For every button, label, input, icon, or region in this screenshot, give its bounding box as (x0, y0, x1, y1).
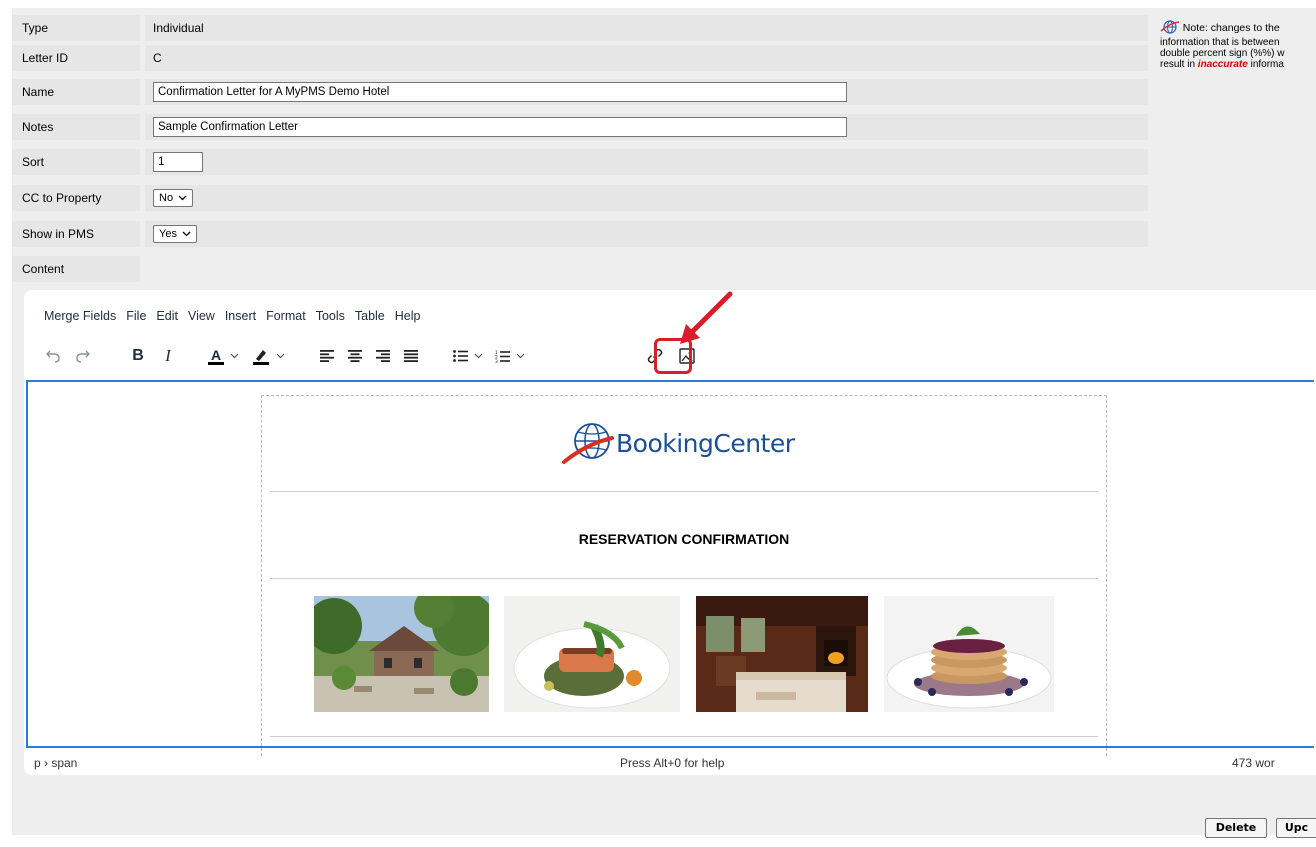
svg-text:3: 3 (495, 359, 498, 363)
word-count[interactable]: 473 wor (1232, 756, 1275, 770)
chevron-down-icon (516, 353, 525, 359)
update-button[interactable]: Upc (1276, 818, 1316, 838)
menu-table[interactable]: Table (355, 309, 385, 323)
menu-edit[interactable]: Edit (156, 309, 178, 323)
menu-view[interactable]: View (188, 309, 215, 323)
sort-cell (145, 149, 1148, 175)
rich-text-editor: Merge Fields File Edit View Insert Forma… (24, 290, 1316, 775)
show-in-pms-select[interactable]: Yes (153, 225, 197, 243)
booking-center-logo: BookingCenter (562, 418, 795, 468)
notes-row: Notes (12, 114, 1148, 140)
justify-icon[interactable] (399, 342, 423, 370)
menu-insert[interactable]: Insert (225, 309, 256, 323)
element-path[interactable]: p › span (34, 756, 77, 770)
align-right-icon[interactable] (371, 342, 395, 370)
italic-icon[interactable]: I (156, 342, 180, 370)
menu-file[interactable]: File (126, 309, 146, 323)
content-label: Content (12, 256, 140, 282)
show-in-pms-selected: Yes (159, 228, 177, 240)
content-row: Content (12, 256, 1148, 282)
text-color-button[interactable]: A (208, 342, 248, 370)
notes-input[interactable] (153, 117, 847, 137)
menu-format[interactable]: Format (266, 309, 306, 323)
delete-button[interactable]: Delete (1205, 818, 1267, 838)
letter-heading: RESERVATION CONFIRMATION (578, 531, 790, 547)
chevron-down-icon (276, 353, 285, 359)
note-line-4-suffix: informa (1247, 59, 1284, 70)
editor-menubar: Merge Fields File Edit View Insert Forma… (44, 309, 430, 323)
note-line-4-prefix: result in (1160, 59, 1198, 70)
numbered-list-icon: 123 (495, 350, 510, 363)
name-row: Name (12, 79, 1148, 105)
show-in-pms-cell: Yes (145, 221, 1148, 247)
name-cell (145, 79, 1148, 105)
annotation-arrow-icon (680, 291, 733, 344)
align-center-icon[interactable] (343, 342, 367, 370)
menu-merge-fields[interactable]: Merge Fields (44, 309, 116, 323)
divider (270, 491, 1098, 492)
letter-id-value: C (145, 45, 1148, 71)
name-label: Name (12, 79, 140, 105)
type-row: Type Individual (12, 15, 1148, 41)
editor-content-area[interactable]: BookingCenter RESERVATION CONFIRMATION (26, 380, 1314, 756)
note-emphasis: inaccurate (1197, 59, 1248, 70)
sort-label: Sort (12, 149, 140, 175)
note-line-1: Note: changes to the (1182, 22, 1280, 35)
name-input[interactable] (153, 82, 847, 102)
note-line-4: result in inaccurate informa (1160, 59, 1316, 70)
bedroom-photo (696, 596, 868, 712)
show-in-pms-label: Show in PMS (12, 221, 140, 247)
chevron-down-icon (474, 353, 483, 359)
bullet-list-button[interactable] (453, 342, 493, 370)
divider (270, 578, 1098, 579)
sort-row: Sort (12, 149, 1148, 175)
notes-label: Notes (12, 114, 140, 140)
divider (270, 736, 1098, 737)
cc-to-property-label: CC to Property (12, 185, 140, 211)
garden-photo (314, 596, 489, 712)
bullet-list-icon (453, 350, 468, 362)
type-label: Type (12, 15, 140, 41)
cc-to-property-selected: No (159, 192, 174, 204)
note-line-2: information that is between (1160, 37, 1280, 48)
merge-field-note: Note: changes to the information that is… (1160, 20, 1316, 70)
notes-cell (145, 114, 1148, 140)
menu-tools[interactable]: Tools (316, 309, 345, 323)
menu-help[interactable]: Help (395, 309, 421, 323)
globe-icon (1160, 20, 1180, 37)
note-line-3: double percent sign (%%) w (1160, 48, 1285, 59)
highlight-color-button[interactable] (252, 342, 294, 370)
globe-logo-icon (562, 423, 614, 464)
align-left-icon[interactable] (315, 342, 339, 370)
highlight-color-icon (252, 347, 270, 365)
show-in-pms-row: Show in PMS Yes (12, 221, 1148, 247)
text-color-icon: A (208, 348, 224, 365)
cc-to-property-select[interactable]: No (153, 189, 194, 207)
bold-icon[interactable]: B (126, 342, 150, 370)
undo-icon[interactable] (40, 342, 66, 370)
sort-input[interactable] (153, 152, 203, 172)
letter-id-row: Letter ID C (12, 45, 1148, 71)
cc-to-property-cell: No (145, 185, 1148, 211)
pancakes-photo (884, 596, 1054, 712)
salmon-dish-photo (504, 596, 680, 712)
type-value: Individual (145, 15, 1148, 41)
chevron-down-icon (230, 353, 239, 359)
editor-toolbar: B I A 1 2 3 (40, 342, 740, 370)
chevron-down-icon (182, 226, 191, 242)
cc-to-property-row: CC to Property No (12, 185, 1148, 211)
editor-statusbar: p › span Press Alt+0 for help 473 wor (24, 750, 1316, 775)
letter-id-label: Letter ID (12, 45, 140, 71)
chevron-down-icon (178, 190, 187, 206)
numbered-list-button[interactable]: 123 (495, 342, 535, 370)
letter-body: BookingCenter RESERVATION CONFIRMATION (261, 395, 1107, 756)
logo-text: BookingCenter (616, 428, 795, 458)
redo-icon[interactable] (70, 342, 96, 370)
help-hint: Press Alt+0 for help (620, 756, 725, 770)
